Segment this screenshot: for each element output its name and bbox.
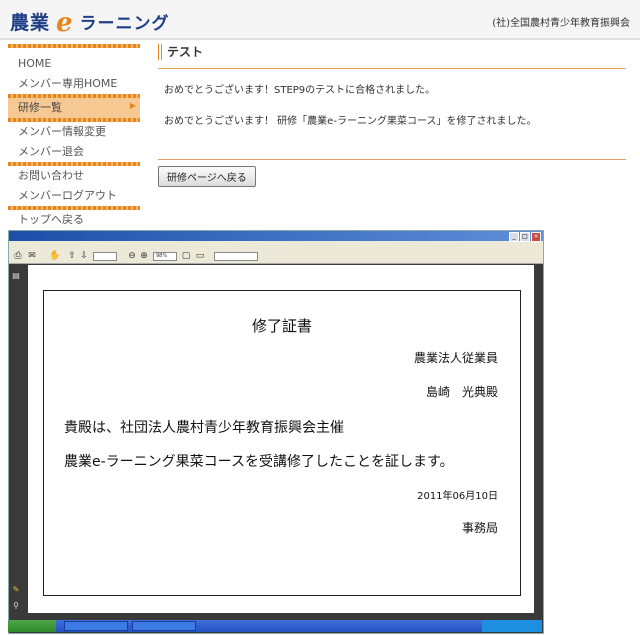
zoom-level-field[interactable]: 98%	[153, 252, 177, 261]
certificate-frame: 修了証書 農業法人従業員 島崎 光典殿 貴殿は、社団法人農村青少年教育振興会主催…	[43, 290, 521, 596]
fit-page-icon[interactable]: ▢	[181, 251, 191, 261]
sidebar-item-back-top[interactable]: トップへ戻る	[8, 210, 140, 230]
site-logo[interactable]: 農業 e ラーニング	[10, 6, 170, 38]
sidebar-item-withdraw[interactable]: メンバー退会	[8, 142, 140, 162]
certificate-body-line1: 貴殿は、社団法人農村青少年教育振興会主催	[64, 420, 344, 436]
sidebar-item-label: 研修一覧	[18, 101, 62, 114]
print-icon[interactable]: ⎙	[13, 251, 23, 261]
triangle-right-icon: ▶	[129, 101, 136, 110]
zoom-in-icon[interactable]: ⊕	[139, 251, 149, 261]
pages-icon[interactable]: ▤	[11, 271, 21, 281]
pdf-viewer-window: _ □ × ⎙ ✉ ✋ ⇧ ⇩ ⊖ ⊕ 98% ▢ ▭ ▤ ✎ ⚲ 修了証書 農…	[8, 230, 544, 634]
recipient-name: 島崎 光典殿	[425, 385, 498, 399]
sidebar-nav: HOME メンバー専用HOME 研修一覧 ▶ メンバー情報変更 メンバー退会 お問…	[8, 44, 140, 230]
email-icon[interactable]: ✉	[27, 251, 37, 261]
find-field[interactable]	[214, 252, 258, 261]
zoom-out-icon[interactable]: ⊖	[127, 251, 137, 261]
close-icon[interactable]: ×	[531, 232, 541, 242]
logo-e-mark: e	[56, 8, 74, 38]
hand-tool-icon[interactable]: ✋	[49, 251, 60, 261]
certificate-title: 修了証書	[251, 317, 312, 335]
fit-width-icon[interactable]: ▭	[195, 251, 205, 261]
completion-message: おめでとうございます！ 研修「農業e-ラーニング果菜コース」を修了されました。	[164, 116, 537, 127]
logo-main-text: 農業	[10, 12, 51, 34]
title-divider	[158, 68, 626, 69]
sidebar-item-member-home[interactable]: メンバー専用HOME	[8, 74, 140, 94]
certificate-body-line2: 農業e-ラーニング果菜コースを受講修了したことを証します。	[64, 454, 454, 470]
sidebar-item-member-info[interactable]: メンバー情報変更	[8, 122, 140, 142]
content-divider	[158, 159, 626, 160]
arrow-down-icon[interactable]: ⇩	[79, 251, 89, 261]
site-header: 農業 e ラーニング (社)全国農村青少年教育振興会	[0, 0, 640, 40]
pdf-page: 修了証書 農業法人従業員 島崎 光典殿 貴殿は、社団法人農村青少年教育振興会主催…	[28, 265, 534, 613]
pdf-toolbar: ⎙ ✉ ✋ ⇧ ⇩ ⊖ ⊕ 98% ▢ ▭	[9, 249, 543, 264]
taskbar-item-browser[interactable]	[64, 621, 128, 631]
recipient-affiliation: 農業法人従業員	[413, 351, 498, 365]
minimize-icon[interactable]: _	[509, 232, 519, 242]
page-number-field[interactable]	[93, 252, 117, 261]
back-to-training-button[interactable]: 研修ページへ戻る	[158, 166, 256, 187]
os-taskbar	[8, 620, 542, 632]
organization-name: (社)全国農村青少年教育振興会	[492, 18, 630, 29]
sidebar-item-contact[interactable]: お問い合わせ	[8, 166, 140, 186]
attachment-icon[interactable]: ⚲	[11, 601, 21, 611]
menu-bar[interactable]	[9, 241, 543, 249]
window-titlebar[interactable]: _ □ ×	[9, 231, 543, 242]
navigation-pane: ▤ ✎ ⚲	[9, 265, 23, 623]
sidebar-item-training-list[interactable]: 研修一覧 ▶	[8, 98, 140, 118]
certificate-date: 2011年06月10日	[417, 491, 498, 502]
start-button[interactable]	[8, 620, 56, 632]
system-tray	[482, 620, 542, 632]
maximize-icon[interactable]: □	[520, 232, 530, 242]
sidebar-item-logout[interactable]: メンバーログアウト	[8, 186, 140, 206]
certificate-issuer: 事務局	[461, 521, 498, 535]
logo-learning-text: ラーニング	[79, 14, 170, 34]
comment-icon[interactable]: ✎	[11, 585, 21, 595]
arrow-up-icon[interactable]: ⇧	[67, 251, 77, 261]
sidebar-item-home[interactable]: HOME	[8, 54, 140, 74]
pass-message: おめでとうございます！STEP9のテストに合格されました。	[164, 85, 436, 96]
page-title: テスト	[158, 44, 626, 60]
taskbar-item-pdf[interactable]	[132, 621, 196, 631]
main-content: テスト おめでとうございます！STEP9のテストに合格されました。 おめでとうご…	[158, 44, 626, 187]
